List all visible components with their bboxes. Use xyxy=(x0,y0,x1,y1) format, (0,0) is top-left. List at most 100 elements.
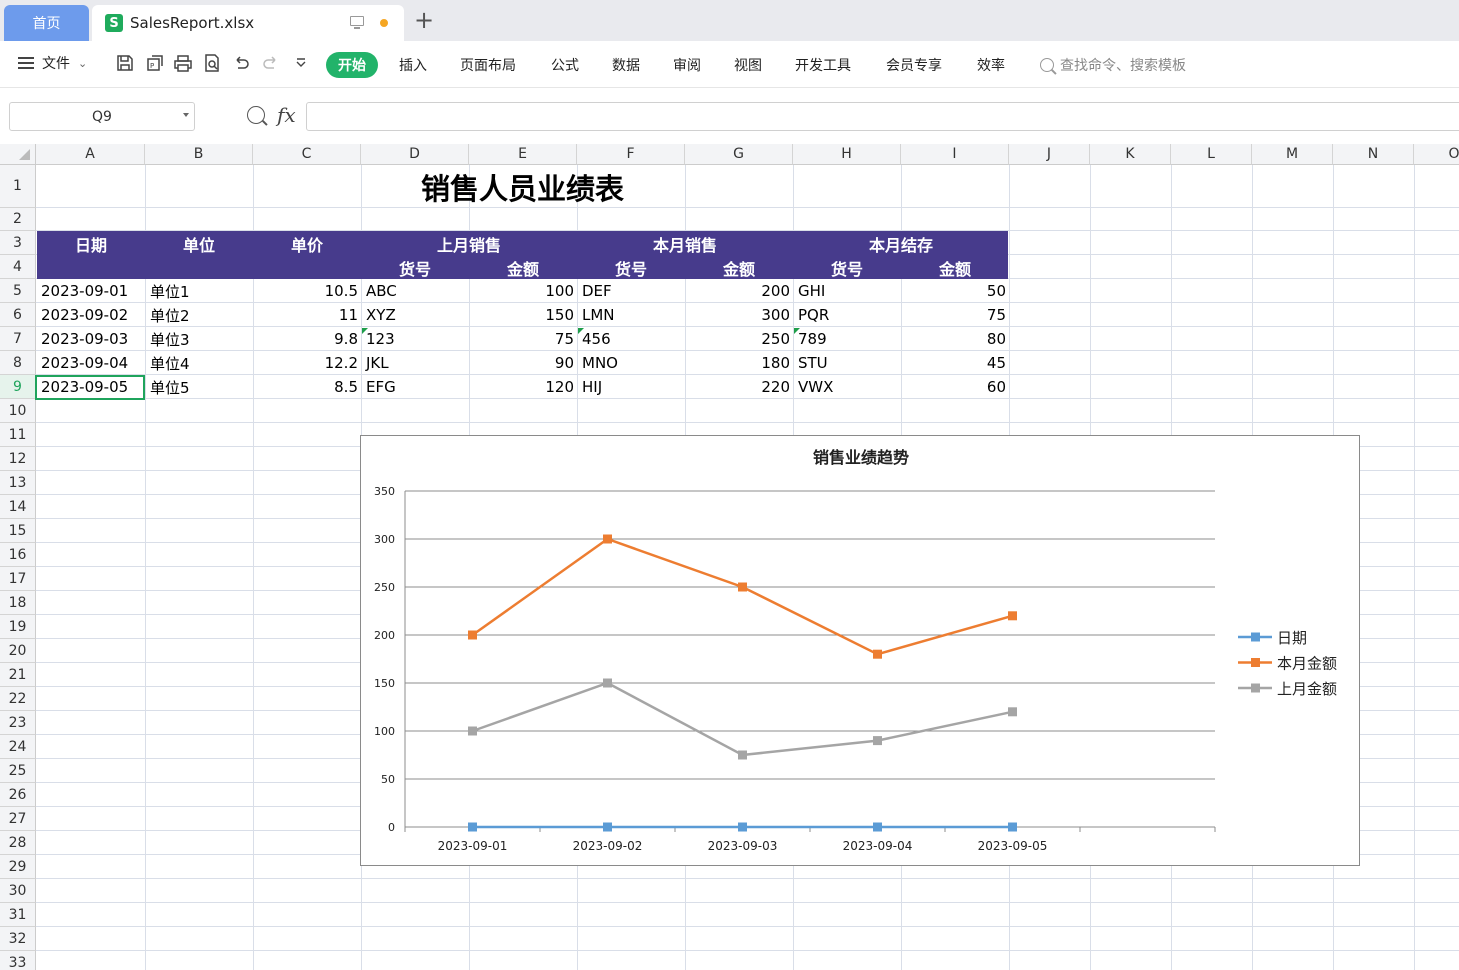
row-header-18[interactable]: 18 xyxy=(0,591,36,615)
row-header-31[interactable]: 31 xyxy=(0,903,36,927)
cell-a5[interactable]: 2023-09-01 xyxy=(37,279,145,303)
ribbon-tab-developer[interactable]: 开发工具 xyxy=(795,52,851,78)
cell-i8[interactable]: 45 xyxy=(902,351,1009,375)
row-header-3[interactable]: 3 xyxy=(0,231,36,255)
header-lm-amount[interactable]: 金额 xyxy=(469,256,577,280)
cell-g7[interactable]: 250 xyxy=(686,327,793,351)
header-unit[interactable]: 单位 xyxy=(145,232,253,256)
select-all-corner[interactable] xyxy=(0,144,36,165)
column-header-o[interactable]: O xyxy=(1414,144,1459,165)
cell-c8[interactable]: 12.2 xyxy=(254,351,361,375)
header-lm-code[interactable]: 货号 xyxy=(361,256,469,280)
cell-d9[interactable]: EFG xyxy=(362,375,469,399)
header-tm-amount[interactable]: 金额 xyxy=(685,256,793,280)
row-header-4[interactable]: 4 xyxy=(0,255,36,279)
cell-e8[interactable]: 90 xyxy=(470,351,577,375)
cell-d5[interactable]: ABC xyxy=(362,279,469,303)
cell-c6[interactable]: 11 xyxy=(254,303,361,327)
row-header-10[interactable]: 10 xyxy=(0,399,36,423)
cell-e5[interactable]: 100 xyxy=(470,279,577,303)
row-header-5[interactable]: 5 xyxy=(0,279,36,303)
column-header-e[interactable]: E xyxy=(469,144,577,165)
cell-d8[interactable]: JKL xyxy=(362,351,469,375)
row-header-23[interactable]: 23 xyxy=(0,711,36,735)
column-header-a[interactable]: A xyxy=(36,144,145,165)
header-last-month[interactable]: 上月销售 xyxy=(361,232,577,256)
header-this-month[interactable]: 本月销售 xyxy=(577,232,793,256)
sales-trend-chart[interactable]: 销售业绩趋势 0 50 100 150 200 250 300 350 2023-09-01 202… xyxy=(360,435,1360,866)
more-chevron-icon[interactable] xyxy=(291,53,311,73)
undo-icon[interactable] xyxy=(231,53,251,73)
print-icon[interactable] xyxy=(173,53,193,73)
function-icon[interactable]: fx xyxy=(277,103,296,127)
cell-d7[interactable]: 123 xyxy=(362,327,469,351)
cell-g8[interactable]: 180 xyxy=(686,351,793,375)
ribbon-tab-efficiency[interactable]: 效率 xyxy=(977,52,1005,78)
cell-a8[interactable]: 2023-09-04 xyxy=(37,351,145,375)
cell-f6[interactable]: LMN xyxy=(578,303,685,327)
column-header-b[interactable]: B xyxy=(145,144,253,165)
ribbon-tab-home[interactable]: 开始 xyxy=(326,52,378,78)
column-header-g[interactable]: G xyxy=(685,144,793,165)
redo-icon[interactable] xyxy=(261,53,281,73)
row-header-8[interactable]: 8 xyxy=(0,351,36,375)
row-header-30[interactable]: 30 xyxy=(0,879,36,903)
header-stock[interactable]: 本月结存 xyxy=(793,232,1009,256)
ribbon-tab-member[interactable]: 会员专享 xyxy=(886,52,942,78)
print-preview-icon[interactable] xyxy=(202,53,222,73)
cell-h9[interactable]: VWX xyxy=(794,375,901,399)
export-icon[interactable]: P xyxy=(145,53,165,73)
zoom-icon[interactable] xyxy=(247,106,265,124)
cell-c9[interactable]: 8.5 xyxy=(254,375,361,399)
row-header-27[interactable]: 27 xyxy=(0,807,36,831)
row-header-20[interactable]: 20 xyxy=(0,639,36,663)
file-menu-button[interactable]: 文件 ⌄ xyxy=(18,53,87,73)
ribbon-tab-page-layout[interactable]: 页面布局 xyxy=(460,52,516,78)
cell-c5[interactable]: 10.5 xyxy=(254,279,361,303)
cell-b6[interactable]: 单位2 xyxy=(146,303,253,327)
cell-b5[interactable]: 单位1 xyxy=(146,279,253,303)
row-header-15[interactable]: 15 xyxy=(0,519,36,543)
column-header-m[interactable]: M xyxy=(1252,144,1333,165)
header-st-amount[interactable]: 金额 xyxy=(901,256,1009,280)
ribbon-tab-formulas[interactable]: 公式 xyxy=(551,52,579,78)
formula-input[interactable] xyxy=(306,102,1459,131)
row-header-25[interactable]: 25 xyxy=(0,759,36,783)
cell-d6[interactable]: XYZ xyxy=(362,303,469,327)
column-header-k[interactable]: K xyxy=(1090,144,1171,165)
row-header-21[interactable]: 21 xyxy=(0,663,36,687)
cell-f8[interactable]: MNO xyxy=(578,351,685,375)
header-date[interactable]: 日期 xyxy=(37,232,145,256)
cell-h8[interactable]: STU xyxy=(794,351,901,375)
column-header-n[interactable]: N xyxy=(1333,144,1414,165)
cell-i6[interactable]: 75 xyxy=(902,303,1009,327)
tab-file[interactable]: S SalesReport.xlsx xyxy=(92,5,404,41)
cell-g6[interactable]: 300 xyxy=(686,303,793,327)
cell-h5[interactable]: GHI xyxy=(794,279,901,303)
cell-i9[interactable]: 60 xyxy=(902,375,1009,399)
tab-home[interactable]: 首页 xyxy=(4,5,89,41)
row-header-29[interactable]: 29 xyxy=(0,855,36,879)
command-search[interactable]: 查找命令、搜索模板 xyxy=(1040,52,1186,78)
cell-g9[interactable]: 220 xyxy=(686,375,793,399)
row-header-6[interactable]: 6 xyxy=(0,303,36,327)
ribbon-tab-data[interactable]: 数据 xyxy=(612,52,640,78)
column-header-f[interactable]: F xyxy=(577,144,685,165)
name-box[interactable]: Q9 xyxy=(9,102,195,131)
row-header-17[interactable]: 17 xyxy=(0,567,36,591)
header-st-code[interactable]: 货号 xyxy=(793,256,901,280)
row-header-14[interactable]: 14 xyxy=(0,495,36,519)
column-header-h[interactable]: H xyxy=(793,144,901,165)
cell-i7[interactable]: 80 xyxy=(902,327,1009,351)
cell-f9[interactable]: HIJ xyxy=(578,375,685,399)
row-header-7[interactable]: 7 xyxy=(0,327,36,351)
row-header-16[interactable]: 16 xyxy=(0,543,36,567)
new-tab-plus-icon[interactable]: + xyxy=(414,8,434,32)
save-icon[interactable] xyxy=(115,53,135,73)
cell-c7[interactable]: 9.8 xyxy=(254,327,361,351)
row-header-26[interactable]: 26 xyxy=(0,783,36,807)
cell-f7[interactable]: 456 xyxy=(578,327,685,351)
row-header-12[interactable]: 12 xyxy=(0,447,36,471)
header-price[interactable]: 单价 xyxy=(253,232,361,256)
column-header-i[interactable]: I xyxy=(901,144,1009,165)
